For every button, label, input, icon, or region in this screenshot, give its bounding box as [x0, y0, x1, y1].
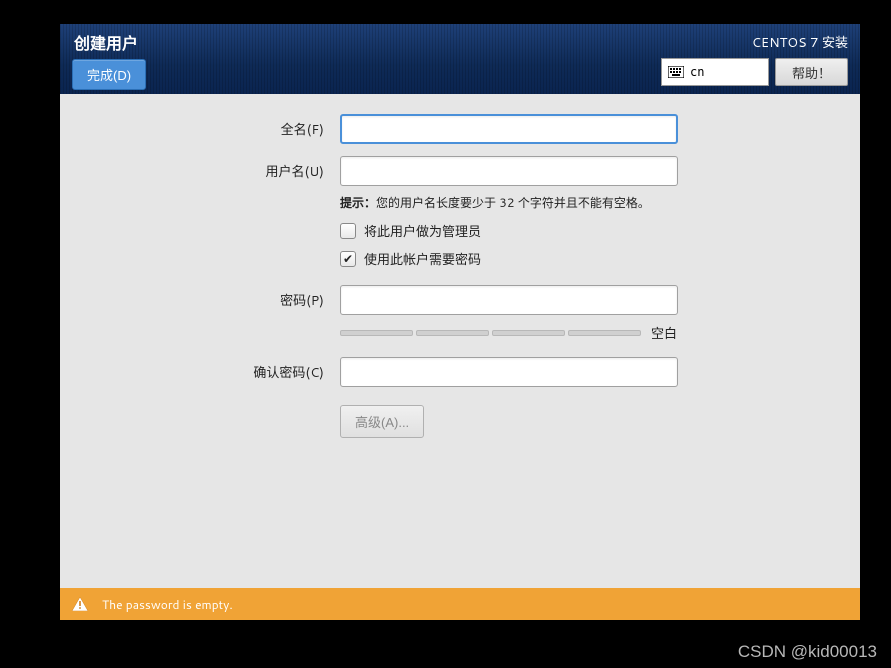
warning-icon: [72, 597, 88, 611]
keyboard-icon: [668, 66, 684, 78]
password-strength-meter: [340, 330, 641, 336]
form-area: 全名(F) 用户名(U) 提示：您的用户名长度要少于 32 个字符并且不能有空格…: [60, 94, 860, 588]
keyboard-layout-text: cn: [690, 65, 704, 79]
create-user-window: 创建用户 完成(D) CENTOS 7 安装 cn 帮助！: [60, 24, 860, 620]
require-password-row: 使用此帐户需要密码: [340, 249, 710, 269]
admin-checkbox-row: 将此用户做为管理员: [340, 221, 710, 241]
watermark: CSDN @kid00013: [738, 642, 877, 662]
done-button[interactable]: 完成(D): [72, 59, 146, 90]
require-password-label: 使用此帐户需要密码: [364, 249, 481, 269]
hint-text: 您的用户名长度要少于 32 个字符并且不能有空格。: [376, 194, 650, 211]
require-password-checkbox[interactable]: [340, 251, 356, 267]
password-row: 密码(P): [100, 285, 710, 315]
pw-seg-4: [568, 330, 641, 336]
pw-seg-1: [340, 330, 413, 336]
username-input[interactable]: [340, 156, 678, 186]
help-button[interactable]: 帮助！: [775, 58, 848, 86]
confirm-password-label: 确认密码(C): [100, 362, 340, 382]
password-strength-row: 空白: [340, 323, 710, 343]
admin-checkbox-label: 将此用户做为管理员: [364, 221, 481, 241]
pw-seg-2: [416, 330, 489, 336]
username-row: 用户名(U): [100, 156, 710, 186]
confirm-password-input[interactable]: [340, 357, 678, 387]
warning-bar: The password is empty.: [60, 588, 860, 620]
password-strength-label: 空白: [651, 323, 677, 343]
keyboard-layout-indicator[interactable]: cn: [661, 58, 769, 86]
header-right-controls: cn 帮助！: [661, 58, 848, 86]
password-label: 密码(P): [100, 290, 340, 310]
distro-label: CENTOS 7 安装: [752, 32, 848, 52]
warning-message: The password is empty.: [102, 596, 233, 613]
admin-checkbox[interactable]: [340, 223, 356, 239]
username-hint: 提示：您的用户名长度要少于 32 个字符并且不能有空格。: [340, 194, 710, 211]
password-input[interactable]: [340, 285, 678, 315]
hint-prefix: 提示：: [340, 194, 376, 211]
fullname-input[interactable]: [340, 114, 678, 144]
confirm-password-row: 确认密码(C): [100, 357, 710, 387]
pw-seg-3: [492, 330, 565, 336]
advanced-button[interactable]: 高级(A)...: [340, 405, 424, 438]
username-label: 用户名(U): [100, 161, 340, 181]
fullname-row: 全名(F): [100, 114, 710, 144]
header-right: CENTOS 7 安装 cn 帮助！: [661, 32, 848, 86]
header-bar: 创建用户 完成(D) CENTOS 7 安装 cn 帮助！: [60, 24, 860, 94]
fullname-label: 全名(F): [100, 119, 340, 139]
